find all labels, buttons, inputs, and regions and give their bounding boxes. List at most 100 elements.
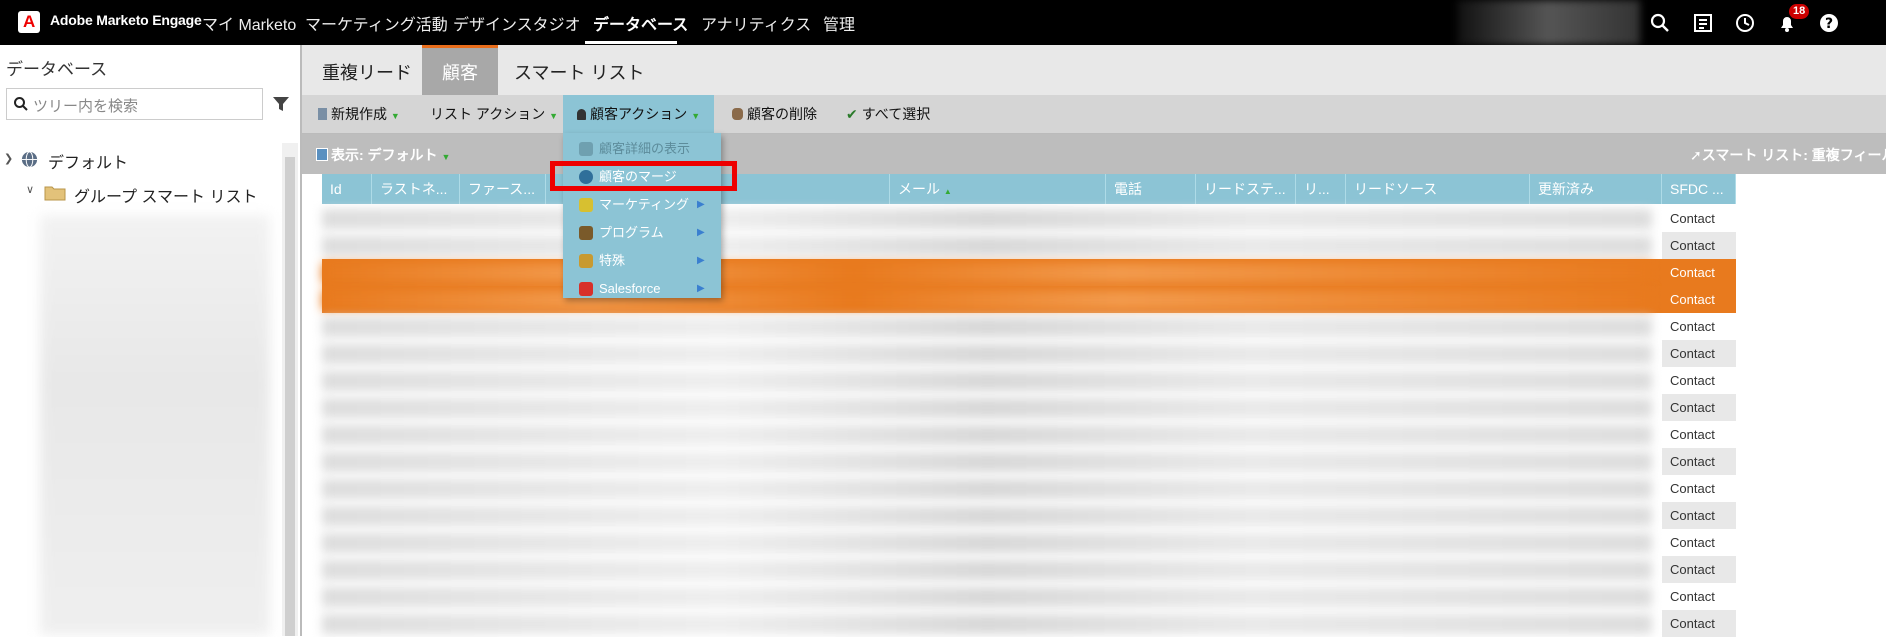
checklist-icon[interactable] — [1691, 11, 1715, 35]
database-tree-panel: データベース ツリー内を検索 ❯ デフォルト ∨ グループ スマート リスト — [0, 45, 302, 636]
table-row[interactable]: Contact — [322, 205, 1736, 232]
sfdc-type-cell: Contact — [1662, 340, 1736, 367]
view-bar: 表示: デフォルト ▼ ➚スマート リスト: 重複フィール — [302, 134, 1886, 174]
smart-list-filter-label[interactable]: ➚スマート リスト: 重複フィール — [1690, 145, 1886, 165]
table-row[interactable]: Contact — [322, 475, 1736, 502]
search-icon[interactable] — [1648, 11, 1672, 35]
new-button[interactable]: 新規作成 ▼ — [318, 95, 400, 133]
globe-icon — [21, 151, 38, 168]
blurred-row-data — [322, 209, 1652, 229]
tree-search-input[interactable]: ツリー内を検索 — [6, 88, 263, 120]
column-header-last-name[interactable]: ラストネ... — [372, 174, 460, 204]
column-header-lead-status[interactable]: リードステ... — [1196, 174, 1296, 204]
sfdc-type-cell: Contact — [1670, 211, 1715, 226]
grid-header: Id ラストネ... ファース... メール ▲ 電話 リードステ... リ..… — [322, 174, 1736, 204]
menu-item-salesforce[interactable]: Salesforce ▶ — [563, 275, 721, 303]
select-all-button[interactable]: ✔ すべて選択 — [846, 95, 930, 133]
tree-label-default[interactable]: デフォルト — [48, 149, 128, 173]
user-info-blurred[interactable] — [1457, 0, 1640, 45]
list-action-label: リスト アクション — [430, 106, 546, 122]
table-row[interactable]: Contact — [322, 448, 1736, 475]
nav-database[interactable]: データベース — [593, 11, 688, 35]
sort-arrow-icon: ▲ — [943, 187, 952, 196]
tree-label-group-smart-list[interactable]: グループ スマート リスト — [74, 183, 257, 207]
table-row[interactable]: Contact — [322, 340, 1736, 367]
table-row[interactable]: Contact — [322, 367, 1736, 394]
submenu-arrow-icon: ▶ — [697, 283, 705, 294]
blurred-tree-content — [40, 215, 270, 635]
column-header-lead-source[interactable]: リードソース — [1346, 174, 1530, 204]
column-header-lead-score[interactable]: リ... — [1296, 174, 1346, 204]
tab-smart-list[interactable]: スマート リスト — [494, 45, 664, 95]
sfdc-type-cell: Contact — [1662, 259, 1736, 286]
search-placeholder: ツリー内を検索 — [33, 98, 139, 115]
tab-duplicate-leads[interactable]: 重複リード — [302, 45, 432, 95]
email-label: メール — [898, 181, 940, 197]
delete-person-button[interactable]: 顧客の削除 — [732, 95, 817, 133]
table-row[interactable]: Contact — [322, 502, 1736, 529]
table-row[interactable]: Contact — [322, 556, 1736, 583]
menu-item-view-person-details[interactable]: 顧客詳細の表示 — [563, 135, 721, 163]
nav-admin[interactable]: 管理 — [823, 11, 855, 35]
blurred-row-data — [322, 317, 1652, 337]
table-row[interactable]: Contact — [322, 313, 1736, 340]
table-row[interactable]: Contact — [322, 421, 1736, 448]
columns-icon — [316, 148, 328, 161]
column-header-phone[interactable]: 電話 — [1106, 174, 1196, 204]
sfdc-type-cell: Contact — [1662, 502, 1736, 529]
sfdc-type-cell: Contact — [1670, 373, 1715, 388]
marketing-icon — [579, 198, 593, 212]
table-row[interactable]: Contact — [322, 232, 1736, 259]
chevron-down-icon[interactable]: ∨ — [26, 183, 34, 196]
filter-icon[interactable] — [272, 95, 290, 113]
sfdc-type-cell: Contact — [1670, 427, 1715, 442]
nav-marketing-activities[interactable]: マーケティング活動 — [305, 11, 448, 35]
column-header-updated[interactable]: 更新済み — [1530, 174, 1662, 204]
menu-label: Salesforce — [599, 281, 661, 296]
blurred-row-data — [322, 479, 1652, 499]
menu-item-program[interactable]: プログラム ▶ — [563, 219, 721, 247]
sfdc-type-cell: Contact — [1670, 535, 1715, 550]
menu-item-marketing[interactable]: マーケティング ▶ — [563, 191, 721, 219]
smart-list-label: スマート リスト: 重複フィール — [1701, 147, 1886, 163]
table-row[interactable]: Contact — [322, 610, 1736, 637]
menu-item-special[interactable]: 特殊 ▶ — [563, 247, 721, 275]
clock-icon[interactable] — [1733, 11, 1757, 35]
help-icon[interactable]: ? — [1817, 11, 1841, 35]
salesforce-icon — [579, 282, 593, 296]
sfdc-type-cell: Contact — [1670, 319, 1715, 334]
column-header-email[interactable]: メール ▲ — [890, 174, 1106, 204]
dropdown-arrow-icon: ▼ — [441, 152, 451, 162]
nav-analytics[interactable]: アナリティクス — [701, 11, 811, 35]
tree-item-default[interactable]: ❯ — [4, 149, 13, 167]
column-header-id[interactable]: Id — [322, 174, 372, 204]
nav-design-studio[interactable]: デザインスタジオ — [453, 11, 581, 35]
person-icon — [577, 109, 586, 120]
sfdc-type-cell: Contact — [1662, 610, 1736, 637]
menu-label: マーケティング — [599, 197, 689, 212]
menu-label: 顧客詳細の表示 — [599, 141, 691, 156]
blurred-row-data — [322, 533, 1652, 553]
adobe-logo-icon[interactable]: A — [18, 11, 40, 33]
panel-scrollbar-thumb[interactable] — [285, 157, 295, 636]
blurred-row-data — [322, 425, 1652, 445]
table-row[interactable]: Contact — [322, 529, 1736, 556]
sfdc-type-cell: Contact — [1670, 589, 1715, 604]
blurred-row-data — [322, 452, 1652, 472]
tab-people[interactable]: 顧客 — [422, 45, 498, 95]
column-header-first-name[interactable]: ファース... — [460, 174, 546, 204]
menu-label: 特殊 — [599, 253, 626, 268]
column-header-sfdc-type[interactable]: SFDC ... — [1662, 174, 1736, 204]
blurred-row-data — [322, 344, 1652, 364]
table-row-selected[interactable]: Contact — [322, 259, 1736, 286]
person-action-menu: 顧客詳細の表示 顧客のマージ マーケティング ▶ プログラム ▶ 特殊 ▶ Sa… — [563, 133, 721, 298]
view-selector[interactable]: 表示: デフォルト ▼ — [316, 145, 450, 165]
table-row[interactable]: Contact — [322, 583, 1736, 610]
list-action-button[interactable]: リスト アクション ▼ — [430, 95, 558, 133]
chevron-down-icon[interactable]: ❯ — [4, 153, 13, 165]
person-action-button[interactable]: 顧客アクション ▼ — [563, 95, 715, 133]
table-row[interactable]: Contact — [322, 394, 1736, 421]
table-row-selected[interactable]: Contact — [322, 286, 1736, 313]
nav-my-marketo[interactable]: マイ Marketo — [202, 11, 296, 35]
view-label: 表示: デフォルト — [331, 147, 438, 163]
